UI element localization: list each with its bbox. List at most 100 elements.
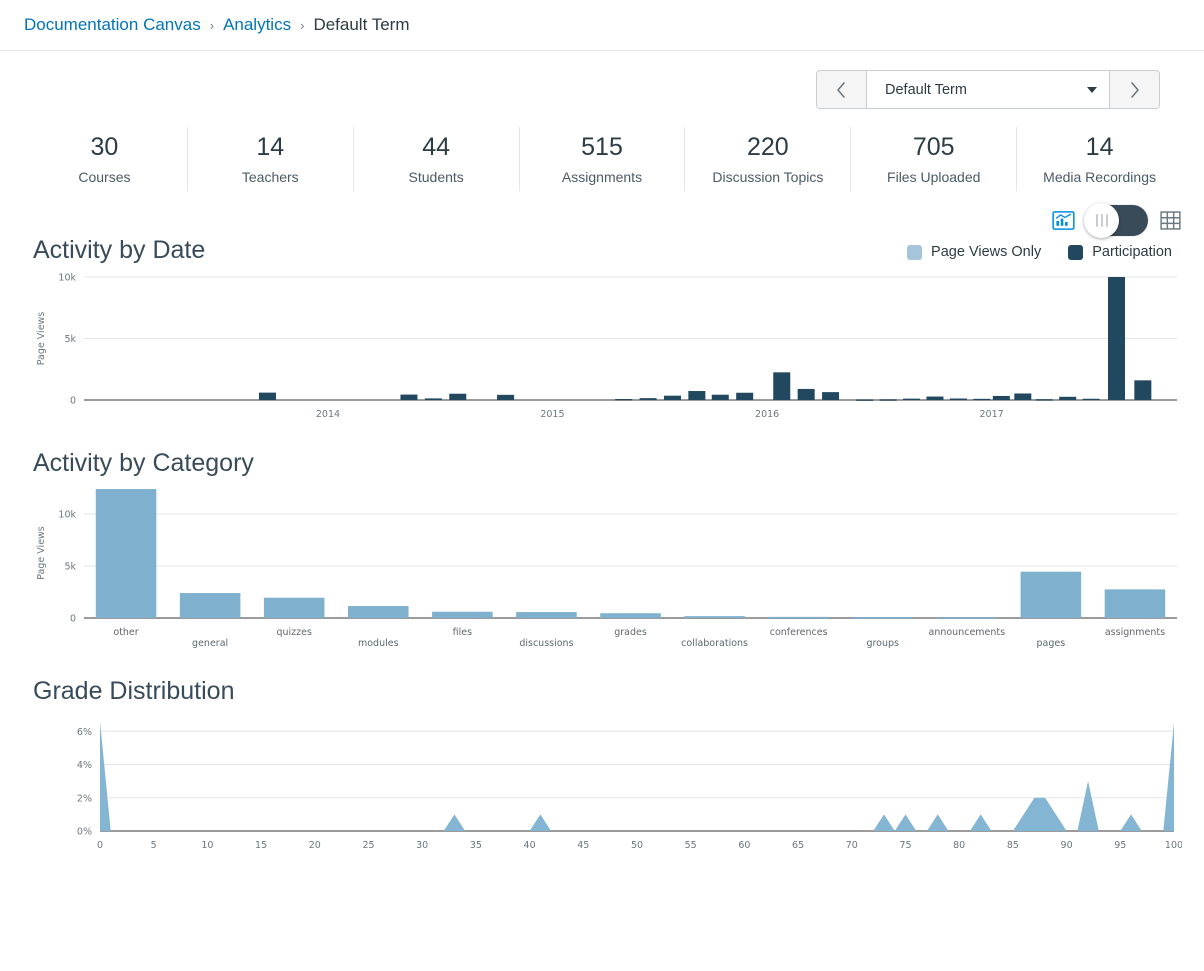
svg-text:15: 15 bbox=[255, 840, 267, 851]
svg-text:100: 100 bbox=[1165, 840, 1182, 851]
grade-area bbox=[100, 721, 1174, 831]
stat-label: Assignments bbox=[561, 168, 643, 185]
grade-distribution-section: Grade Distribution 0% 2% 4% 6% 0 5 10 15 20 25 30 3… bbox=[0, 677, 1204, 881]
svg-text:2%: 2% bbox=[77, 793, 92, 804]
stat-value: 515 bbox=[581, 133, 623, 162]
stat-label: Media Recordings bbox=[1043, 168, 1156, 185]
stat-value: 705 bbox=[912, 133, 955, 162]
date-bar bbox=[1082, 398, 1100, 400]
svg-text:0: 0 bbox=[70, 396, 76, 407]
activity-by-category-header: Activity by Category bbox=[22, 449, 1182, 478]
stat-assignments: 515 Assignments bbox=[520, 127, 686, 191]
term-selector-bar: Default Term bbox=[0, 51, 1204, 109]
svg-text:0: 0 bbox=[97, 840, 103, 851]
date-bar bbox=[773, 372, 791, 400]
category-bar bbox=[95, 489, 157, 618]
svg-text:10k: 10k bbox=[58, 273, 76, 284]
svg-text:modules: modules bbox=[358, 638, 399, 649]
category-bar bbox=[1020, 571, 1082, 618]
category-bar bbox=[768, 616, 829, 619]
svg-text:quizzes: quizzes bbox=[276, 627, 312, 638]
view-toggle-row bbox=[0, 191, 1204, 238]
grade-distribution-header: Grade Distribution bbox=[22, 677, 1182, 706]
stat-label: Students bbox=[408, 168, 464, 185]
category-bar bbox=[179, 593, 241, 618]
svg-text:grades: grades bbox=[614, 627, 647, 638]
next-term-button[interactable] bbox=[1109, 71, 1159, 108]
legend-item-participation: Participation bbox=[1068, 244, 1172, 260]
breadcrumb-item-course[interactable]: Documentation Canvas bbox=[24, 15, 201, 35]
svg-text:85: 85 bbox=[1007, 840, 1019, 851]
stat-files-uploaded: 705 Files Uploaded bbox=[851, 127, 1018, 191]
stat-label: Discussion Topics bbox=[712, 168, 824, 185]
category-bar bbox=[1104, 589, 1166, 618]
date-bar bbox=[663, 395, 681, 400]
term-dropdown[interactable]: Default Term bbox=[867, 71, 1109, 108]
activity-by-date-legend: Page Views Only Participation bbox=[907, 244, 1172, 265]
legend-label: Participation bbox=[1092, 244, 1172, 260]
stat-label: Teachers bbox=[241, 168, 299, 185]
date-bar bbox=[424, 398, 442, 400]
svg-text:90: 90 bbox=[1061, 840, 1073, 851]
date-bar bbox=[879, 399, 897, 401]
svg-text:70: 70 bbox=[846, 840, 858, 851]
chevron-left-icon bbox=[837, 81, 845, 98]
breadcrumb-item-analytics[interactable]: Analytics bbox=[223, 15, 291, 35]
date-bar bbox=[711, 394, 729, 400]
svg-text:discussions: discussions bbox=[519, 638, 573, 649]
svg-text:35: 35 bbox=[470, 840, 482, 851]
breadcrumb-item-current: Default Term bbox=[313, 15, 410, 34]
stat-value: 14 bbox=[1085, 133, 1114, 162]
category-bar bbox=[684, 616, 745, 618]
svg-text:2014: 2014 bbox=[316, 409, 340, 420]
svg-text:assignments: assignments bbox=[1105, 627, 1165, 638]
svg-text:80: 80 bbox=[953, 840, 965, 851]
stat-value: 14 bbox=[256, 133, 285, 162]
svg-text:55: 55 bbox=[685, 840, 697, 851]
stat-media-recordings: 14 Media Recordings bbox=[1017, 127, 1182, 191]
date-bar bbox=[258, 392, 276, 400]
svg-text:6%: 6% bbox=[77, 727, 92, 738]
svg-text:50: 50 bbox=[631, 840, 643, 851]
stat-label: Files Uploaded bbox=[887, 168, 981, 185]
activity-by-date-chart[interactable]: 0 5k 10k 2014 2015 2016 2017 Page Views bbox=[22, 265, 1182, 435]
stat-discussion-topics: 220 Discussion Topics bbox=[685, 127, 852, 191]
svg-text:5k: 5k bbox=[64, 562, 76, 573]
legend-swatch bbox=[1068, 244, 1084, 260]
date-bar bbox=[400, 394, 418, 400]
svg-text:5: 5 bbox=[151, 840, 157, 851]
analytics-page: Documentation Canvas › Analytics › Defau… bbox=[0, 0, 1204, 971]
svg-text:2017: 2017 bbox=[979, 409, 1003, 420]
date-bar bbox=[615, 399, 633, 401]
date-bar bbox=[973, 398, 991, 401]
activity-by-category-section: Activity by Category 0 5k 10k other general q… bbox=[0, 449, 1204, 673]
svg-text:0%: 0% bbox=[77, 827, 92, 838]
activity-by-category-chart[interactable]: 0 5k 10k other general quizzes modules files dis… bbox=[22, 478, 1182, 673]
activity-by-date-section: Activity by Date Page Views Only Partici… bbox=[0, 236, 1204, 435]
chevron-down-icon bbox=[1087, 86, 1097, 93]
svg-text:60: 60 bbox=[738, 840, 750, 851]
category-bar bbox=[263, 597, 325, 618]
grip-line bbox=[1100, 214, 1103, 227]
chart-table-view-switch[interactable] bbox=[1084, 203, 1148, 238]
grade-distribution-chart[interactable]: 0% 2% 4% 6% 0 5 10 15 20 25 30 35 40 45 50 55 60 65 70 75 80… bbox=[22, 706, 1182, 881]
date-bar bbox=[797, 388, 815, 400]
bar-chart-icon[interactable] bbox=[1052, 209, 1075, 232]
svg-text:other: other bbox=[113, 627, 138, 638]
term-selector: Default Term bbox=[816, 70, 1160, 109]
date-bar bbox=[449, 393, 467, 400]
svg-text:10k: 10k bbox=[58, 510, 76, 521]
table-grid-icon[interactable] bbox=[1159, 209, 1182, 232]
svg-text:groups: groups bbox=[866, 638, 899, 649]
svg-text:65: 65 bbox=[792, 840, 804, 851]
svg-text:0: 0 bbox=[70, 614, 76, 625]
breadcrumb-separator-icon: › bbox=[209, 17, 215, 33]
date-bar bbox=[688, 391, 706, 400]
svg-text:40: 40 bbox=[524, 840, 536, 851]
stat-courses: 30 Courses bbox=[22, 127, 188, 191]
svg-text:conferences: conferences bbox=[770, 627, 828, 638]
svg-text:30: 30 bbox=[416, 840, 428, 851]
svg-text:files: files bbox=[453, 627, 472, 638]
previous-term-button[interactable] bbox=[817, 71, 867, 108]
stat-value: 220 bbox=[747, 133, 789, 162]
